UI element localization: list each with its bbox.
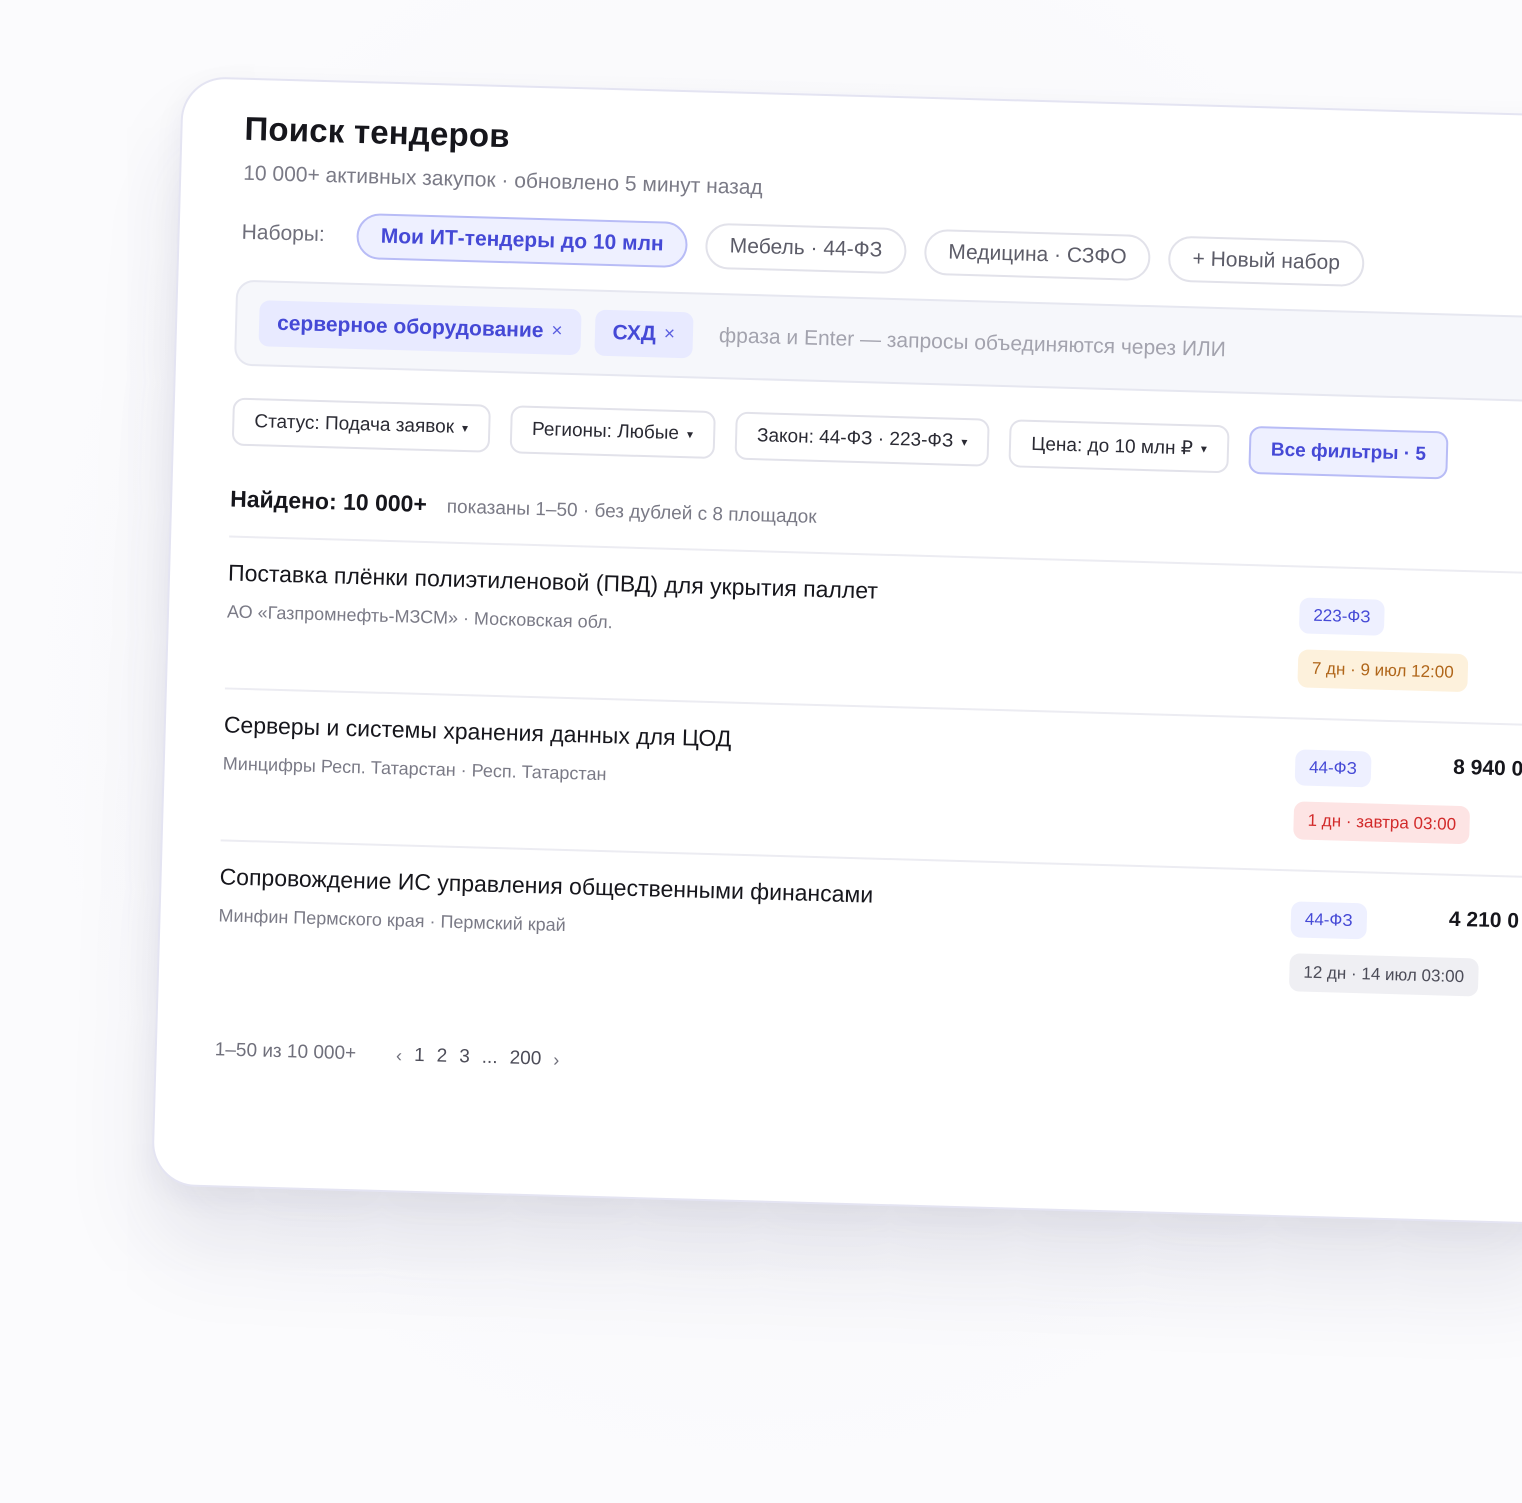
page-link[interactable]: 1 <box>414 1045 425 1067</box>
preset-furniture[interactable]: Мебель · 44-ФЗ <box>704 222 907 275</box>
caret-down-icon: ▾ <box>461 420 469 436</box>
tender-title[interactable]: Серверы и системы хранения данных для ЦО… <box>224 711 732 752</box>
caret-down-icon: ▾ <box>1200 441 1208 456</box>
close-icon[interactable]: × <box>664 324 676 346</box>
all-filters-button[interactable]: Все фильтры · 5 <box>1248 425 1449 480</box>
query-chip-label: серверное оборудование <box>276 311 544 343</box>
page-link[interactable]: 2 <box>436 1045 447 1067</box>
caret-down-icon: ▾ <box>961 434 968 450</box>
regions-filter-label: Регионы: Любые <box>531 418 680 445</box>
results-summary: Найдено: 10 000+ показаны 1–50 · без дуб… <box>230 486 817 529</box>
regions-filter[interactable]: Регионы: Любые ▾ <box>509 405 716 460</box>
page-ellipsis: ... <box>481 1046 498 1069</box>
close-icon[interactable]: × <box>551 320 563 342</box>
deadline-badge: 1 дн · завтра 03:00 <box>1293 801 1471 845</box>
chevron-right-icon[interactable]: › <box>553 1049 560 1070</box>
tender-search-card: Поиск тендеров 10 000+ активных закупок … <box>151 76 1522 1226</box>
status-filter-label: Статус: Подача заявок <box>254 411 455 438</box>
preset-it-tenders[interactable]: Мои ИТ-тендеры до 10 млн <box>356 212 689 269</box>
pagination: 1–50 из 10 000+ ‹ 1 2 3 ... 200 › <box>215 1039 560 1071</box>
filters-bar: Статус: Подача заявок ▾ Регионы: Любые ▾… <box>231 397 1449 480</box>
price-filter-label: Цена: до 10 млн ₽ <box>1031 433 1194 459</box>
tender-title[interactable]: Поставка плёнки полиэтиленовой (ПВД) для… <box>228 559 878 604</box>
presets-bar: Наборы: Мои ИТ-тендеры до 10 млн Мебель … <box>241 210 1365 288</box>
viewport: Поиск тендеров 10 000+ активных закупок … <box>0 0 1522 1503</box>
deadline-badge: 7 дн · 9 июл 12:00 <box>1297 649 1469 693</box>
law-badge: 44-ФЗ <box>1290 901 1368 940</box>
tender-price: 4 210 0 <box>1448 907 1520 933</box>
tender-title[interactable]: Сопровождение ИС управления общественным… <box>219 863 873 908</box>
tender-customer: Минфин Пермского края · Пермский край <box>218 905 567 936</box>
page-subtitle: 10 000+ активных закупок · обновлено 5 м… <box>242 161 764 200</box>
law-filter[interactable]: Закон: 44-ФЗ · 223-ФЗ ▾ <box>734 411 991 467</box>
pagination-range: 1–50 из 10 000+ <box>214 1039 357 1065</box>
page-title: Поиск тендеров <box>244 109 511 155</box>
new-preset-button[interactable]: + Новый набор <box>1167 235 1365 288</box>
query-chip[interactable]: СХД × <box>593 309 694 359</box>
page-link[interactable]: 3 <box>459 1046 470 1068</box>
tender-price: 8 940 0 <box>1452 755 1522 781</box>
search-box[interactable]: серверное оборудование × СХД × <box>233 279 1522 405</box>
caret-down-icon: ▾ <box>686 427 694 442</box>
preset-medicine[interactable]: Медицина · СЗФО <box>923 228 1152 282</box>
status-filter[interactable]: Статус: Подача заявок ▾ <box>231 397 491 453</box>
chevron-left-icon[interactable]: ‹ <box>396 1045 403 1066</box>
price-filter[interactable]: Цена: до 10 млн ₽ ▾ <box>1008 419 1230 474</box>
page-links: ‹ 1 2 3 ... 200 › <box>396 1044 560 1071</box>
presets-label: Наборы: <box>241 220 326 247</box>
tender-customer: Минцифры Респ. Татарстан · Респ. Татарст… <box>222 753 607 785</box>
query-chip[interactable]: серверное оборудование × <box>258 300 582 356</box>
results-meta: показаны 1–50 · без дублей с 8 площадок <box>446 496 817 528</box>
page-link-last[interactable]: 200 <box>509 1048 541 1071</box>
results-count: Найдено: 10 000+ <box>229 485 428 517</box>
tender-customer: АО «Газпромнефть-МЗСМ» · Московская обл. <box>226 601 613 633</box>
law-badge: 223-ФЗ <box>1298 597 1386 636</box>
law-badge: 44-ФЗ <box>1294 749 1372 788</box>
deadline-badge: 12 дн · 14 июл 03:00 <box>1288 953 1479 997</box>
law-filter-label: Закон: 44-ФЗ · 223-ФЗ <box>756 425 954 452</box>
query-chip-label: СХД <box>612 321 657 346</box>
search-input[interactable] <box>716 315 1422 377</box>
